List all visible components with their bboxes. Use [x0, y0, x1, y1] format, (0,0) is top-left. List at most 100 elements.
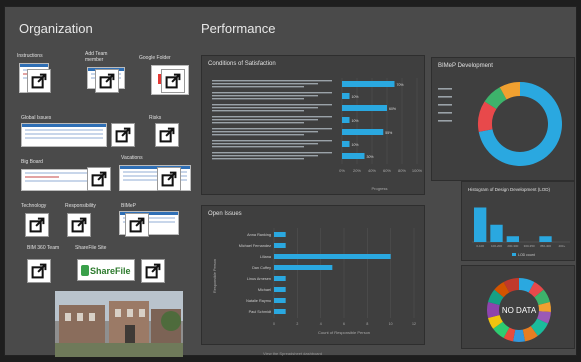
condition-text-line [212, 95, 318, 97]
x-tick-label: 12 [412, 322, 416, 326]
x-tick-label: 80% [398, 168, 406, 173]
category-label: Liliana [260, 255, 272, 259]
issue-bar [274, 298, 286, 303]
category-label: Paul Schmidt [249, 310, 272, 314]
condition-text-line [212, 80, 332, 82]
condition-text-line [212, 92, 332, 94]
x-tick-label: 6 [343, 322, 345, 326]
x-tick-label: 0-100 [476, 244, 484, 248]
dashboard-frame: Organization Performance Instructions Ad… [4, 6, 577, 357]
condition-bar [342, 93, 350, 99]
x-tick-label: 400+ [558, 244, 565, 248]
tile-label-sharefile-site: ShareFile Site [75, 245, 107, 251]
category-label: Dan Cuffey [252, 266, 271, 270]
nodata-card: NO DATA [461, 265, 575, 349]
issue-bar [274, 309, 286, 314]
x-tick-label: 20% [353, 168, 361, 173]
tile-label-google-folder: Google Folder [139, 55, 171, 61]
condition-text-line [212, 134, 304, 136]
sharefile-mark-icon [81, 265, 89, 276]
x-axis-label: Count of Responsible Person [318, 330, 370, 335]
vacations-open-icon[interactable] [157, 167, 181, 191]
organization-title: Organization [19, 21, 93, 36]
x-axis-label: Progress [371, 186, 387, 191]
x-tick-label: 350-400 [540, 244, 551, 248]
nodata-label: NO DATA [502, 306, 537, 315]
legend-text-line [438, 88, 452, 90]
histogram-chart: 0-100 100-200 200-300 300-350 350-400 400+ LOD… [472, 207, 570, 257]
condition-text-line [212, 119, 318, 121]
responsibility-open-icon[interactable] [67, 213, 91, 237]
performance-title: Performance [201, 21, 276, 36]
legend-text-line [438, 120, 452, 122]
condition-text-line [212, 98, 304, 100]
condition-bar-value: 30% [367, 155, 374, 159]
issue-bar [274, 254, 391, 259]
legend-text-line [438, 96, 452, 98]
histogram-bar [506, 236, 519, 242]
bimep-card: BIMeP Development [431, 57, 575, 181]
condition-text-line [212, 110, 304, 112]
condition-bar-value: 60% [389, 107, 396, 111]
sharefile-site-open-icon[interactable] [141, 259, 165, 283]
big-board-open-icon[interactable] [87, 167, 111, 191]
x-tick-label: 40% [368, 168, 376, 173]
add-team-member-open-icon[interactable] [95, 69, 119, 93]
condition-text-line [212, 128, 332, 130]
condition-text-line [212, 152, 332, 154]
tile-label-bim-360-team: BIM 360 Team [27, 245, 60, 251]
conditions-chart: 0% 20% 40% 60% 80% 100% 70% 10% 60% 10% 55% 10% 30% P… [212, 78, 423, 191]
condition-bar [342, 153, 365, 159]
condition-text-line [212, 155, 318, 157]
condition-bar [342, 129, 384, 135]
building-photo [55, 291, 183, 357]
organization-panel: Instructions Add Team member Google Fold… [15, 41, 191, 357]
bim-360-team-open-icon[interactable] [27, 259, 51, 283]
condition-bar-value: 10% [352, 95, 359, 99]
histogram-bar [490, 224, 503, 242]
technology-open-icon[interactable] [25, 213, 49, 237]
condition-bar-value: 10% [352, 143, 359, 147]
global-issues-thumbnail[interactable] [21, 123, 107, 147]
histogram-bar [474, 207, 487, 242]
tile-label-risks: Risks [149, 115, 162, 121]
condition-bar [342, 117, 350, 123]
risks-open-icon[interactable] [155, 123, 179, 147]
condition-text-line [212, 107, 318, 109]
condition-text-line [212, 104, 332, 106]
x-tick-label: 100-200 [491, 244, 502, 248]
condition-text-line [212, 146, 304, 148]
x-tick-label: 100% [412, 168, 423, 173]
open-issues-chart: 0 2 4 6 8 10 12 Anna Ranking Michael Fernandez Li… [213, 228, 416, 335]
condition-text-line [212, 83, 318, 85]
tile-label-big-board: Big Board [21, 159, 43, 165]
condition-text-line [212, 131, 318, 133]
category-label: Michael Fernandez [239, 244, 271, 248]
footer-link[interactable]: View the Spreadsheet dashboard [263, 351, 322, 356]
global-issues-open-icon[interactable] [111, 123, 135, 147]
issue-bar [274, 232, 286, 237]
category-label: Natalie Raymo [246, 299, 271, 303]
issue-bar [274, 276, 286, 281]
legend-label: LOD count [518, 253, 535, 257]
histogram-bar [539, 236, 552, 242]
issue-bar [274, 243, 286, 248]
tile-label-responsibility: Responsibility [65, 203, 96, 209]
x-tick-label: 10 [389, 322, 393, 326]
condition-text-line [212, 140, 332, 142]
condition-bar [342, 105, 387, 111]
y-axis-label: Responsible Person [213, 259, 217, 293]
google-folder-open-icon[interactable] [161, 69, 185, 93]
category-label: Anna Ranking [247, 233, 271, 237]
sharefile-logo[interactable]: ShareFile [77, 259, 135, 281]
condition-bar-value: 70% [397, 83, 404, 87]
tile-label-vacations: Vacations [121, 155, 143, 161]
tile-label-instructions: Instructions [17, 53, 43, 59]
conditions-card: Conditions of Satisfaction 0% 20% 40% 60% 80… [201, 55, 425, 195]
histogram-card: Histogram of Design Development (LOD) 0-… [461, 181, 575, 261]
bimep-open-icon[interactable] [125, 213, 149, 237]
instructions-open-icon[interactable] [27, 69, 51, 93]
condition-bar [342, 81, 395, 87]
category-label: Michael [258, 288, 271, 292]
tile-label-bimep: BIMeP [121, 203, 137, 209]
